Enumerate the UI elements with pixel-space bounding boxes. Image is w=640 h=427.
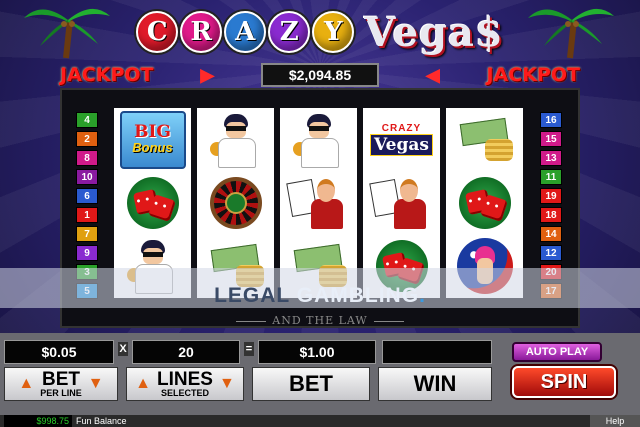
payline-indicator-left[interactable]: 4 <box>76 112 98 128</box>
balance-display: $998.75 <box>4 415 72 427</box>
arrow-right-icon: ▶ <box>200 64 215 85</box>
watermark-word-legal: LEGAL <box>214 284 290 307</box>
logo-vegas: Vega$ <box>364 8 504 56</box>
arrow-down-icon[interactable]: ▼ <box>88 375 104 393</box>
help-button[interactable]: Help <box>590 415 640 427</box>
cash-icon <box>455 117 515 163</box>
dice-icon <box>458 176 511 229</box>
palm-tree-icon <box>528 8 614 59</box>
payline-indicator-left[interactable]: 2 <box>76 131 98 147</box>
logo-ball: R <box>180 11 223 53</box>
bet-button[interactable]: BET <box>252 367 370 401</box>
payline-indicator-left[interactable]: 8 <box>76 150 98 166</box>
payline-indicator-left[interactable]: 10 <box>76 169 98 185</box>
payline-indicator-left[interactable]: 9 <box>76 245 98 261</box>
payline-indicator-right[interactable]: 15 <box>540 131 562 147</box>
big-bonus-icon: BIG Bonus <box>119 110 186 169</box>
watermark-dot: . <box>419 284 426 307</box>
arrow-up-icon[interactable]: ▲ <box>18 375 34 393</box>
arrow-up-icon[interactable]: ▲ <box>135 375 151 393</box>
palm-tree-icon <box>24 8 110 59</box>
jackpot-bar: JACKPOT ▶ $2,094.85 ◀ JACKPOT <box>60 62 580 88</box>
auto-play-button[interactable]: AUTO PLAY <box>512 342 602 362</box>
payline-indicator-left[interactable]: 1 <box>76 207 98 223</box>
bet-per-line-label: BET <box>41 369 80 390</box>
logo-ball: Y <box>312 11 355 53</box>
lines-button[interactable]: ▲ LINES SELECTED ▼ <box>126 367 244 401</box>
arrow-down-icon[interactable]: ▼ <box>219 375 235 393</box>
red-dice-symbol <box>452 175 518 231</box>
jackpot-label-left: JACKPOT <box>60 64 154 86</box>
payline-indicator-right[interactable]: 16 <box>540 112 562 128</box>
win-label-box: WIN <box>378 367 492 401</box>
elvis-symbol <box>286 112 352 168</box>
crazy-vegas-line2: Vegas <box>370 134 433 157</box>
dealer-symbol <box>368 175 435 231</box>
bet-button-label: BET <box>289 371 333 396</box>
logo-ball: C <box>136 11 179 53</box>
dealer-icon <box>368 175 432 231</box>
watermark-subtitle: AND THE LAW <box>0 314 640 327</box>
roulette-symbol <box>203 175 269 231</box>
jackpot-label-right: JACKPOT <box>486 64 580 86</box>
big-bonus-line2: Bonus <box>132 140 173 156</box>
crazy-vegas-icon: CRAZY Vegas <box>370 113 433 167</box>
payline-indicator-left[interactable]: 6 <box>76 188 98 204</box>
watermark-subtitle-text: AND THE LAW <box>272 314 368 327</box>
watermark-title: LEGAL GAMBLING. <box>0 284 640 308</box>
dealer-icon <box>285 175 349 231</box>
watermark-word-gambling: GAMBLING <box>296 284 420 307</box>
red-dice-symbol <box>120 175 186 231</box>
lines-label: LINES <box>157 369 213 390</box>
multiply-sign: X <box>118 342 128 356</box>
big-bonus-symbol: BIG Bonus <box>119 110 186 169</box>
dealer-symbol <box>285 175 352 231</box>
game-logo: C R A Z Y Vega$ <box>120 4 520 60</box>
win-display <box>382 340 492 364</box>
arrow-left-icon: ◀ <box>425 64 440 85</box>
win-label: WIN <box>413 371 457 396</box>
lines-text: LINES SELECTED <box>157 370 213 398</box>
dice-icon <box>126 176 179 229</box>
bet-per-line-button[interactable]: ▲ BET PER LINE ▼ <box>4 367 118 401</box>
logo-ball: Z <box>268 11 311 53</box>
logo-crazy: C R A Z Y <box>136 11 355 53</box>
payline-indicator-right[interactable]: 18 <box>540 207 562 223</box>
payline-indicator-right[interactable]: 12 <box>540 245 562 261</box>
payline-indicator-right[interactable]: 11 <box>540 169 562 185</box>
total-bet-display: $1.00 <box>258 340 376 364</box>
lines-display: 20 <box>132 340 240 364</box>
equals-sign: = <box>244 342 254 356</box>
payline-indicator-left[interactable]: 7 <box>76 226 98 242</box>
bet-per-line-display: $0.05 <box>4 340 114 364</box>
payline-indicator-right[interactable]: 13 <box>540 150 562 166</box>
elvis-symbol <box>203 112 269 168</box>
bet-per-line-sublabel: PER LINE <box>40 388 82 398</box>
payline-indicator-right[interactable]: 14 <box>540 226 562 242</box>
jackpot-amount: $2,094.85 <box>260 63 379 87</box>
crazy-vegas-line1: CRAZY <box>381 123 422 135</box>
elvis-icon <box>291 112 347 168</box>
status-bar: $998.75 Fun Balance Help <box>0 415 640 427</box>
lines-sublabel: SELECTED <box>160 388 209 398</box>
bet-per-line-text: BET PER LINE <box>40 370 82 398</box>
crazy-vegas-symbol: CRAZY Vegas <box>369 112 435 168</box>
roulette-icon <box>209 176 262 229</box>
logo-ball: A <box>224 11 267 53</box>
spin-button[interactable]: SPIN <box>512 366 616 398</box>
cash-symbol <box>452 112 518 168</box>
big-bonus-line1: BIG <box>134 122 171 143</box>
balance-mode-label: Fun Balance <box>76 416 127 426</box>
payline-indicator-right[interactable]: 19 <box>540 188 562 204</box>
elvis-icon <box>208 112 264 168</box>
